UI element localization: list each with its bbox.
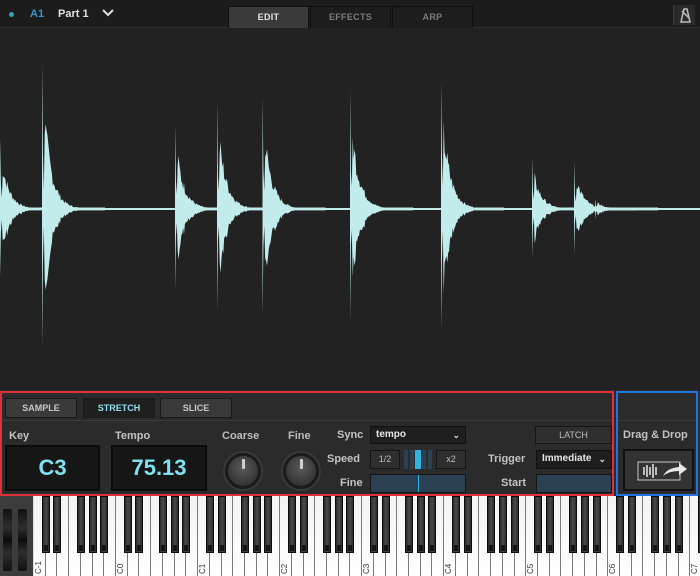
black-key[interactable] — [252, 496, 261, 553]
wheels-section — [0, 496, 33, 576]
black-key[interactable] — [53, 496, 62, 553]
octave-label: C6 — [608, 563, 618, 574]
black-key[interactable] — [498, 496, 507, 553]
black-key[interactable] — [463, 496, 472, 553]
drag-drop-label: Drag & Drop — [623, 429, 688, 441]
black-key[interactable] — [533, 496, 542, 553]
octave-label: C1 — [198, 563, 208, 574]
black-key[interactable] — [369, 496, 378, 553]
black-key[interactable] — [616, 496, 624, 553]
octave-label: C7 — [690, 563, 700, 574]
black-key[interactable] — [569, 496, 578, 553]
black-key[interactable] — [135, 496, 144, 553]
waveform-transient — [441, 81, 504, 331]
top-bar: A1 Part 1 EDIT EFFECTS ARP — [0, 0, 700, 28]
black-key[interactable] — [299, 496, 308, 553]
metronome-button[interactable] — [673, 5, 695, 25]
black-key[interactable] — [334, 496, 343, 553]
black-key[interactable] — [545, 496, 554, 553]
chevron-down-icon[interactable] — [101, 6, 115, 20]
waveform-transient — [350, 90, 413, 322]
black-key[interactable] — [487, 496, 496, 553]
part-name[interactable]: Part 1 — [58, 8, 89, 20]
metronome-icon — [680, 8, 691, 23]
black-key[interactable] — [41, 496, 50, 553]
black-key[interactable] — [662, 496, 671, 553]
black-key[interactable] — [264, 496, 273, 553]
black-key[interactable] — [158, 496, 167, 553]
waveform-transient — [262, 96, 326, 316]
status-dot — [9, 12, 14, 17]
octave-label: C5 — [526, 563, 536, 574]
drag-drop-header — [618, 393, 696, 421]
black-key[interactable] — [182, 496, 191, 553]
black-key[interactable] — [451, 496, 460, 553]
black-key[interactable] — [416, 496, 425, 553]
drag-export-icon — [637, 461, 687, 481]
black-key[interactable] — [510, 496, 519, 553]
black-key[interactable] — [580, 496, 589, 553]
black-key[interactable] — [88, 496, 97, 553]
black-key[interactable] — [651, 496, 660, 553]
black-key[interactable] — [323, 496, 331, 553]
stretch-settings-frame — [0, 391, 614, 496]
black-key[interactable] — [76, 496, 85, 553]
waveform-display[interactable] — [0, 29, 700, 390]
pitch-wheel[interactable] — [3, 509, 12, 571]
black-key[interactable] — [381, 496, 390, 553]
black-key[interactable] — [170, 496, 179, 553]
octave-label: C0 — [116, 563, 126, 574]
waveform-transient — [42, 62, 105, 348]
octave-label: C3 — [362, 563, 372, 574]
black-key[interactable] — [100, 496, 109, 553]
octave-label: C4 — [444, 563, 454, 574]
mod-wheel[interactable] — [18, 509, 27, 571]
tab-arp[interactable]: ARP — [392, 6, 473, 28]
black-key[interactable] — [627, 496, 636, 553]
black-key[interactable] — [592, 496, 601, 553]
drag-drop-button[interactable] — [623, 449, 694, 491]
black-key[interactable] — [240, 496, 249, 553]
black-key[interactable] — [217, 496, 226, 553]
tab-effects[interactable]: EFFECTS — [310, 6, 391, 28]
black-key[interactable] — [205, 496, 214, 553]
waveform-transient — [595, 198, 658, 219]
black-key[interactable] — [346, 496, 355, 553]
black-key[interactable] — [123, 496, 132, 553]
black-key[interactable] — [405, 496, 414, 553]
octave-label: C2 — [280, 563, 290, 574]
tab-edit[interactable]: EDIT — [228, 6, 309, 28]
main-tabs: EDIT EFFECTS ARP — [228, 6, 474, 28]
black-key[interactable] — [428, 496, 437, 553]
octave-label: C-1 — [34, 561, 43, 574]
piano-keyboard: C-1 C0 C1 C2 C3 C4 C5 C6 C7 — [0, 496, 700, 576]
black-key[interactable] — [674, 496, 683, 553]
black-key[interactable] — [287, 496, 296, 553]
part-id: A1 — [30, 8, 45, 20]
